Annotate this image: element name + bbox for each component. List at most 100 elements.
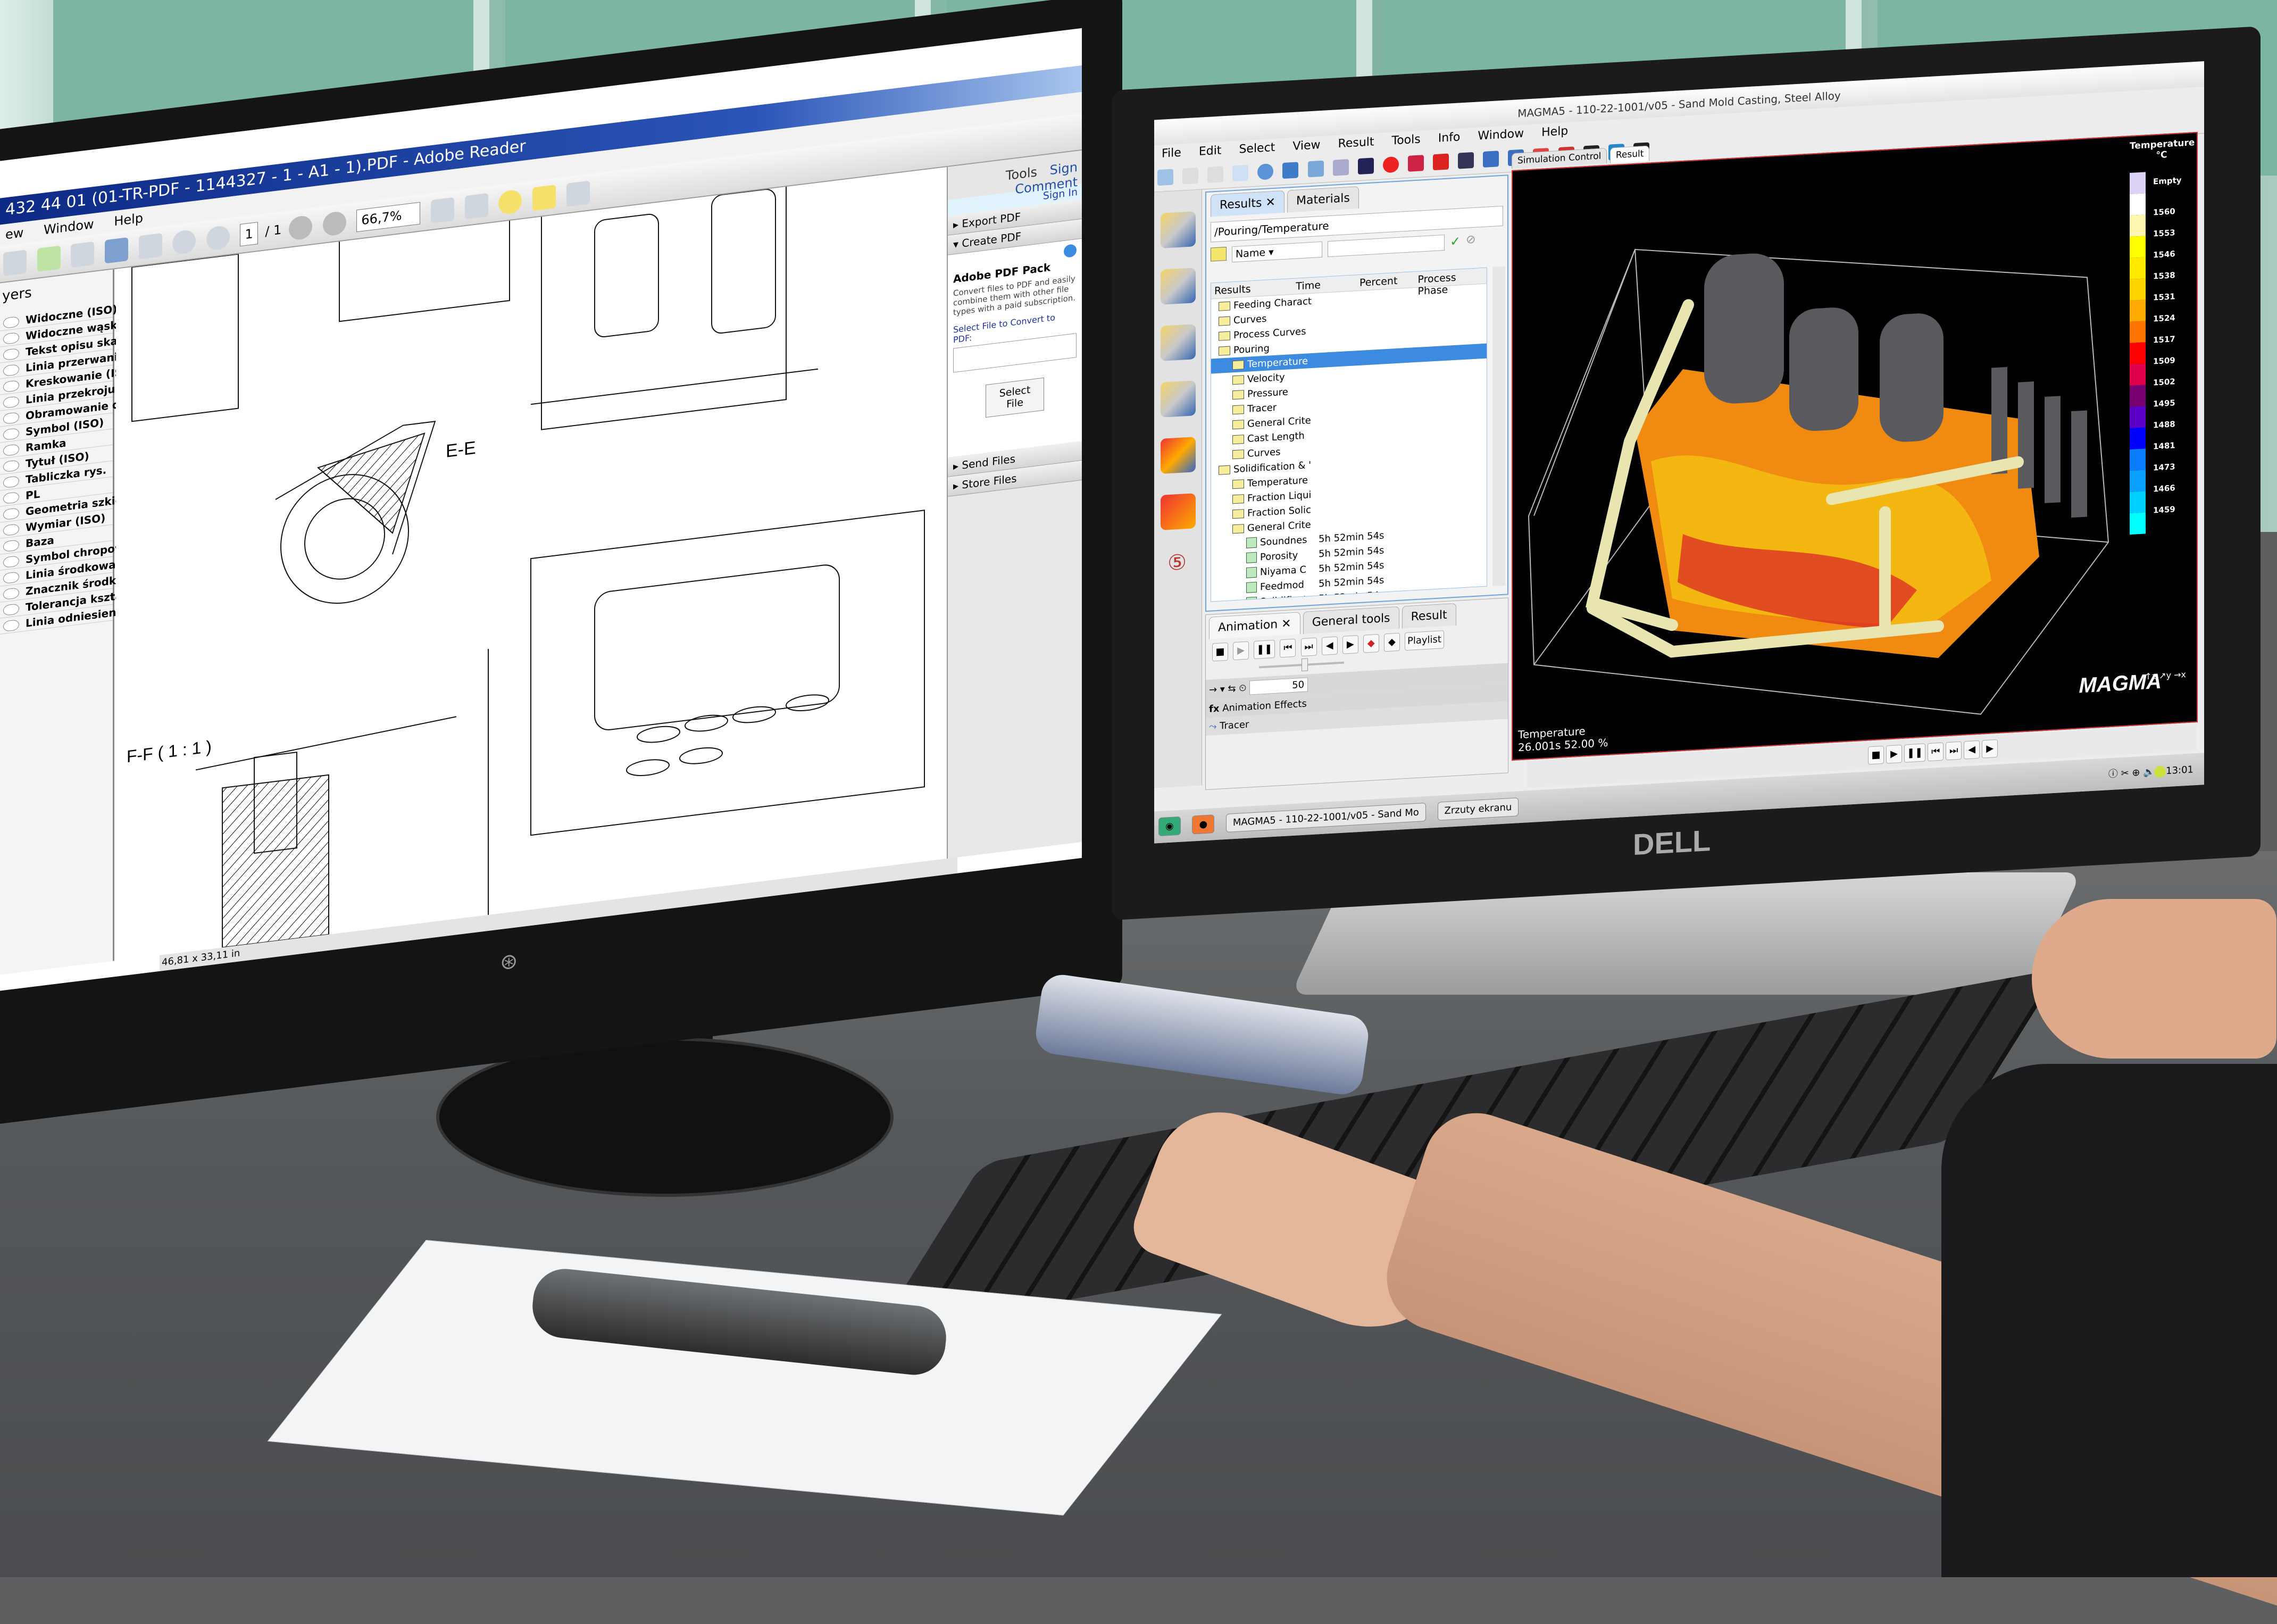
fit-width-icon[interactable] (430, 197, 454, 224)
help-icon[interactable] (1064, 244, 1077, 259)
save-icon[interactable] (1207, 166, 1224, 183)
step-forward-button[interactable]: ▶ (1342, 635, 1358, 654)
clear-filter-icon[interactable]: ⊘ (1466, 233, 1475, 249)
fit-view-icon[interactable] (1357, 157, 1374, 175)
process-icon[interactable] (1161, 380, 1196, 418)
section-label-e: E-E (446, 438, 476, 462)
animation-slider[interactable] (1259, 658, 1344, 672)
viewport-first-button[interactable]: ⏮ (1928, 742, 1944, 762)
select-arrow-icon[interactable] (1232, 164, 1249, 182)
fullscreen-icon[interactable] (566, 180, 590, 207)
menu-tools[interactable]: Tools (1392, 133, 1421, 148)
right-monitor: MAGMA5 - 110-22-1001/v05 - Sand Mold Cas… (1112, 26, 2261, 920)
menu-result[interactable]: Result (1338, 135, 1374, 151)
results-tree: Results Time Percent Process Phase Feedi… (1211, 267, 1487, 602)
menu-file[interactable]: File (1162, 146, 1181, 161)
pause-button[interactable]: ❚❚ (1254, 639, 1275, 660)
3d-viewport[interactable]: MAGMA Temperature °C Empty 1560 1553 1546 15… (1512, 131, 2198, 761)
legend-swatch (2130, 427, 2146, 449)
viewport-back-button[interactable]: ◀ (1964, 740, 1980, 760)
play-button[interactable]: ▶ (1233, 641, 1249, 661)
last-frame-button[interactable]: ⏭ (1300, 637, 1317, 657)
magnify-icon[interactable] (1332, 159, 1349, 176)
rotate-icon[interactable] (1257, 163, 1274, 180)
playlist-button[interactable]: Playlist (1405, 630, 1444, 651)
zoom-in-icon[interactable] (322, 210, 346, 237)
pan-hand-icon[interactable] (1282, 162, 1299, 179)
target-icon[interactable] (1382, 156, 1399, 173)
tree-item-label: General Crite (1247, 519, 1311, 534)
menu-help[interactable]: Help (114, 211, 143, 229)
firefox-icon[interactable]: ● (1192, 814, 1215, 835)
tab-results[interactable]: Results ✕ (1211, 190, 1285, 217)
legend-swatch (2130, 470, 2146, 492)
legend-label: 1509 (2153, 355, 2175, 367)
select-file-button[interactable]: Select File (986, 377, 1044, 418)
tab-result[interactable]: Result (1402, 603, 1456, 629)
menu-window[interactable]: Window (1478, 127, 1524, 143)
evaluation-icon[interactable] (1161, 493, 1196, 530)
start-button[interactable]: ◉ (1158, 816, 1181, 837)
fit-page-icon[interactable] (464, 193, 488, 220)
magma5-logo: ⑤ (1165, 549, 1189, 576)
fill-button[interactable]: ◆ (1383, 632, 1400, 652)
material-icon[interactable] (1458, 152, 1474, 169)
tree-item-label: Porosity (1260, 549, 1298, 563)
slider-handle[interactable] (1302, 658, 1308, 672)
mesh-icon[interactable] (1161, 324, 1196, 361)
tab-result-view[interactable]: Result (1609, 145, 1650, 163)
zoom-select[interactable]: 66,7% (356, 202, 421, 232)
filter-value-input[interactable] (1328, 235, 1445, 257)
new-icon[interactable] (1157, 169, 1173, 186)
zoom-icon[interactable] (1307, 160, 1324, 178)
task-magma5[interactable]: MAGMA5 - 110-22-1001/v05 - Sand Mo (1225, 802, 1426, 832)
menu-help[interactable]: Help (1541, 124, 1568, 139)
print-icon[interactable] (1182, 167, 1199, 185)
geometry-icon[interactable] (1161, 268, 1196, 305)
first-frame-button[interactable]: ⏮ (1280, 638, 1296, 658)
viewport-last-button[interactable]: ⏭ (1946, 741, 1962, 761)
next-page-icon[interactable] (206, 224, 230, 252)
zoom-out-icon[interactable] (289, 214, 313, 241)
record-button[interactable]: ◆ (1363, 634, 1379, 653)
filter-field-select[interactable]: Name ▾ (1232, 241, 1322, 263)
packard-bell-logo: ⊛ (500, 948, 519, 976)
results-perspective-icon[interactable] (1161, 437, 1196, 474)
print-icon[interactable] (104, 237, 128, 264)
legend-label: 1538 (2153, 270, 2175, 281)
prev-page-icon[interactable] (172, 229, 196, 255)
result-icon (1246, 537, 1257, 548)
cloud-upload-icon[interactable] (37, 245, 61, 272)
menu-info[interactable]: Info (1438, 130, 1461, 145)
menu-select[interactable]: Select (1239, 141, 1275, 156)
menu-window[interactable]: Window (44, 216, 94, 238)
fill-icon[interactable] (1433, 153, 1449, 171)
viewport-pause-button[interactable]: ❚❚ (1904, 743, 1926, 763)
viewport-forward-button[interactable]: ▶ (1982, 739, 1998, 759)
save-icon[interactable] (71, 241, 95, 268)
highlight-text-icon[interactable] (532, 185, 556, 211)
legend-swatch (2130, 363, 2146, 386)
edit-icon[interactable] (3, 249, 27, 276)
menu-edit[interactable]: Edit (1199, 144, 1222, 158)
technical-drawing: E-E F-F ( 1 : 1 ) (116, 167, 946, 961)
page-number-input[interactable]: 1 (240, 222, 258, 247)
step-back-button[interactable]: ◀ (1321, 636, 1338, 655)
email-icon[interactable] (138, 233, 162, 260)
speed-input[interactable]: 50 (1249, 677, 1308, 695)
task-screenshots[interactable]: Zrzuty ekranu (1437, 797, 1519, 821)
viewport-stop-button[interactable]: ■ (1868, 745, 1884, 765)
menu-view[interactable]: ew (5, 225, 23, 242)
stop-button[interactable]: ■ (1212, 642, 1228, 662)
viewport-play-button[interactable]: ▶ (1886, 744, 1902, 764)
folder-filter-icon[interactable] (1211, 246, 1227, 262)
tab-materials[interactable]: Materials (1287, 186, 1359, 213)
probe-icon[interactable] (1407, 155, 1424, 172)
menu-view[interactable]: View (1292, 138, 1320, 153)
result-icon (1246, 552, 1257, 563)
apply-filter-icon[interactable]: ✓ (1450, 234, 1461, 250)
comment-icon[interactable] (498, 189, 522, 215)
open-project-icon[interactable] (1161, 211, 1196, 248)
tree-item-label: Velocity (1247, 371, 1285, 385)
tree-scrollbar[interactable] (1492, 266, 1505, 586)
